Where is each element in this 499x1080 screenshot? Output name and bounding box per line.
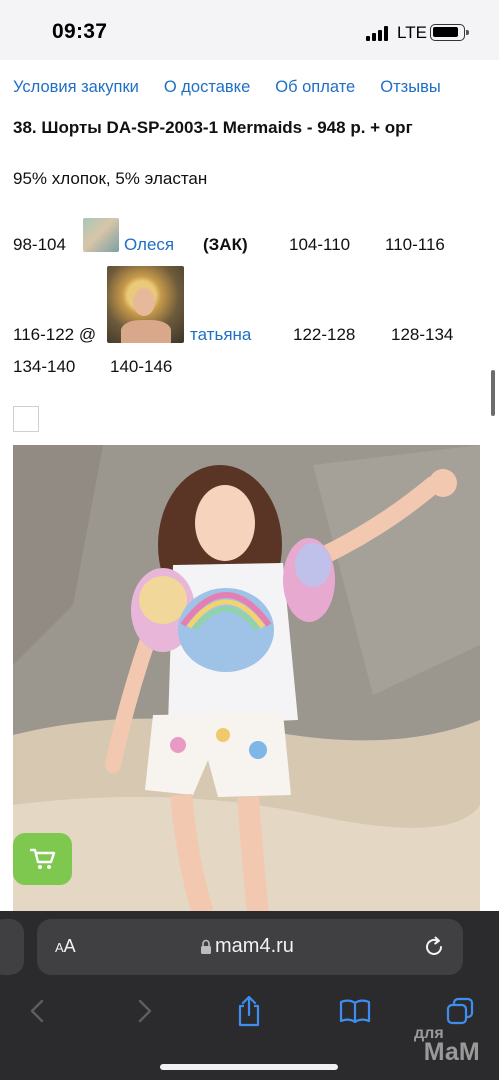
chevron-left-icon	[30, 999, 44, 1023]
tabs-icon	[446, 997, 474, 1025]
booking-status: (ЗАК)	[203, 235, 248, 254]
share-button[interactable]	[229, 991, 269, 1031]
scrollbar[interactable]	[491, 370, 495, 416]
product-composition: 95% хлопок, 5% эластан	[13, 169, 208, 188]
address-bar[interactable]: AA mam4.ru	[37, 919, 463, 975]
bookmarks-button[interactable]	[335, 991, 375, 1031]
size-label: 104-110	[289, 235, 351, 254]
size-row-1: 98-104	[13, 235, 66, 255]
size-label: 122-128	[293, 325, 356, 344]
product-photo[interactable]	[13, 445, 480, 913]
status-time: 09:37	[52, 20, 108, 43]
product-title: 38. Шорты DA-SP-2003-1 Mermaids - 948 р.…	[13, 118, 413, 137]
share-icon	[238, 995, 260, 1027]
size-label: 98-104	[13, 235, 66, 254]
size-label: 110-116	[385, 235, 445, 254]
nav-link-delivery[interactable]: О доставке	[164, 78, 250, 97]
reload-icon[interactable]	[422, 935, 446, 959]
nav-link-payment[interactable]: Об оплате	[275, 78, 355, 97]
battery-icon	[430, 24, 469, 41]
user-avatar-olesya[interactable]	[83, 218, 119, 252]
nav-link-reviews[interactable]: Отзывы	[380, 78, 440, 97]
page-settings-button[interactable]: AA	[55, 936, 76, 957]
size-label: 140-146	[110, 357, 173, 376]
select-checkbox[interactable]	[13, 406, 39, 432]
nav-link-purchase-terms[interactable]: Условия закупки	[13, 78, 139, 97]
watermark: для МаМ	[414, 1025, 480, 1067]
forward-button[interactable]	[125, 991, 165, 1031]
user-link-tatyana[interactable]: татьяна	[190, 325, 251, 344]
size-row-2-booking: татьяна	[190, 325, 251, 345]
cart-button[interactable]	[13, 833, 72, 885]
tabs-button[interactable]	[440, 991, 480, 1031]
previous-tab-peek[interactable]	[0, 919, 24, 975]
size-label: 128-134	[391, 325, 454, 344]
top-nav-links: Условия закупки О доставке Об оплате Отз…	[13, 78, 483, 97]
book-icon	[339, 999, 371, 1024]
cellular-signal-icon	[366, 26, 390, 41]
size-label: 134-140	[13, 357, 76, 376]
lock-icon	[201, 939, 211, 954]
shopping-cart-icon	[29, 848, 55, 869]
back-button[interactable]	[17, 991, 57, 1031]
size-row-1-booking: Олеся	[124, 235, 174, 255]
home-indicator[interactable]	[160, 1064, 338, 1070]
browser-toolbar: AA mam4.ru для МаМ	[0, 911, 499, 1080]
url-text[interactable]: mam4.ru	[215, 935, 294, 958]
size-label: 116-122 @	[13, 325, 97, 344]
user-avatar-tatyana[interactable]	[107, 266, 184, 343]
chevron-right-icon	[138, 999, 152, 1023]
network-type: LTE	[397, 23, 427, 42]
user-link-olesya[interactable]: Олеся	[124, 235, 174, 254]
status-bar: 09:37 LTE	[0, 0, 499, 60]
